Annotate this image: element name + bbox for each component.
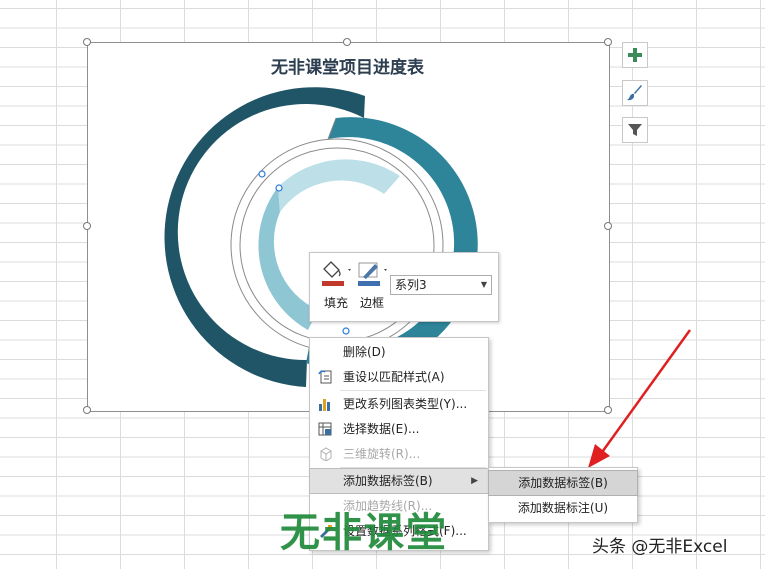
submenu-arrow-icon: ▶ [471, 476, 478, 486]
series-select[interactable]: 系列3 ▼ [390, 275, 492, 295]
menu-item-select-data[interactable]: 选择数据(E)... [310, 417, 488, 441]
fill-label: 填充 [323, 296, 348, 310]
menu-item-3d-rotation[interactable]: 三维旋转(R)... [310, 442, 488, 466]
reset-style-icon [318, 370, 332, 384]
border-button[interactable]: 边框 [352, 259, 392, 315]
series-point-handle[interactable] [342, 327, 350, 335]
inner-ring-remainder[interactable] [278, 159, 400, 212]
cube-icon [320, 447, 332, 461]
plus-icon [628, 48, 642, 62]
menu-item-label: 添加数据标签(B) [343, 474, 433, 488]
border-label: 边框 [359, 296, 384, 310]
menu-item-add-data-labels[interactable]: 添加数据标签(B) ▶ [309, 468, 489, 494]
chart-elements-button[interactable] [622, 42, 648, 68]
series-point-handle[interactable] [258, 170, 266, 178]
menu-item-label: 重设以匹配样式(A) [343, 370, 445, 384]
menu-item-label: 选择数据(E)... [343, 422, 420, 436]
brush-icon [627, 85, 642, 101]
menu-item-reset-style[interactable]: 重设以匹配样式(A) [310, 365, 488, 389]
chart-styles-button[interactable] [622, 80, 648, 106]
mini-toolbar: 填充 边框 系列3 ▼ [309, 252, 499, 322]
filter-icon [628, 124, 642, 136]
submenu-item-label: 添加数据标签(B) [518, 476, 608, 490]
series-select-value: 系列3 [395, 278, 427, 292]
fill-button[interactable]: 填充 [316, 259, 356, 315]
pen-icon [358, 262, 387, 286]
menu-separator [340, 390, 486, 391]
data-labels-submenu: 添加数据标签(B) 添加数据标注(U) [488, 467, 638, 523]
submenu-item-add-data-labels[interactable]: 添加数据标签(B) [488, 470, 638, 496]
menu-separator [340, 467, 486, 468]
annotation-arrow-line [598, 329, 692, 456]
series-point-handle[interactable] [275, 184, 283, 192]
chart-filters-button[interactable] [622, 117, 648, 143]
watermark-logo: 无非课堂 [280, 510, 448, 556]
submenu-item-add-data-callouts[interactable]: 添加数据标注(U) [489, 496, 637, 520]
chart-type-icon [319, 399, 330, 411]
middle-ring-progress[interactable] [306, 117, 478, 372]
credit-text: 头条 @无非Excel [592, 537, 728, 557]
menu-item-change-chart-type[interactable]: 更改系列图表类型(Y)... [310, 392, 488, 416]
chevron-down-icon: ▼ [480, 280, 487, 289]
menu-item-label: 三维旋转(R)... [343, 447, 421, 461]
menu-item-delete[interactable]: 删除(D) [310, 340, 488, 364]
select-data-icon [318, 422, 332, 436]
submenu-item-label: 添加数据标注(U) [517, 501, 609, 515]
paint-bucket-icon [322, 261, 351, 286]
menu-item-label: 更改系列图表类型(Y)... [343, 397, 468, 411]
menu-item-label: 删除(D) [343, 345, 386, 359]
